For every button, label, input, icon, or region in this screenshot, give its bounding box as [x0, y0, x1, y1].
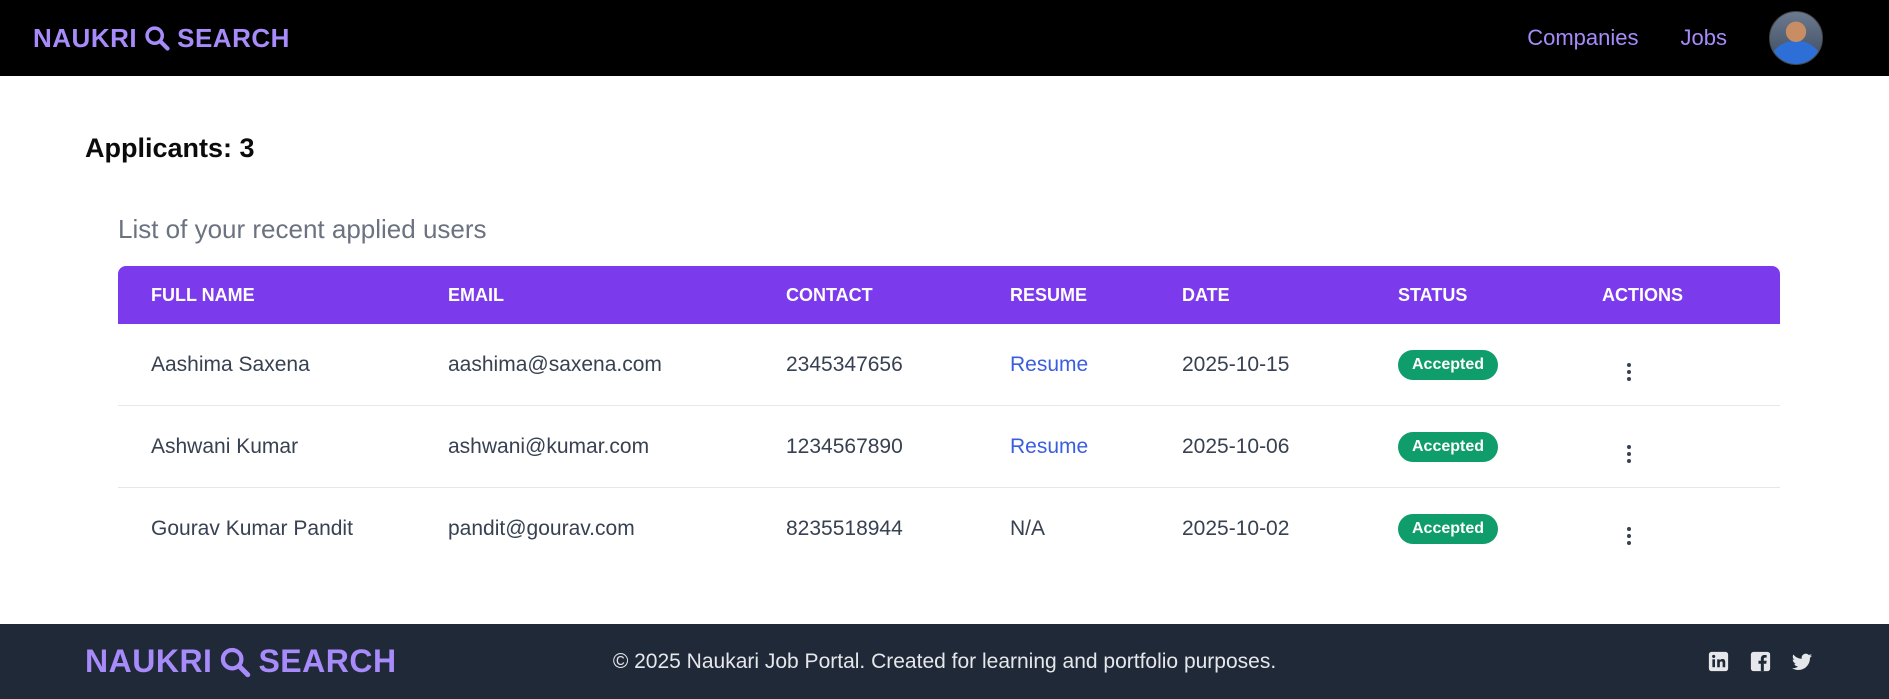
- status-badge: Accepted: [1398, 349, 1499, 380]
- column-header-actions: ACTIONS: [1602, 284, 1683, 305]
- cell-date: 2025-10-06: [1182, 434, 1290, 458]
- cell-email: aashima@saxena.com: [448, 352, 662, 376]
- cell-full-name: Gourav Kumar Pandit: [151, 517, 353, 540]
- logo-text-left: NAUKRI: [33, 22, 138, 53]
- cell-contact: 1234567890: [786, 434, 903, 458]
- cell-date: 2025-10-15: [1182, 352, 1290, 376]
- cell-contact: 8235518944: [786, 517, 903, 540]
- cell-date: 2025-10-02: [1182, 517, 1290, 540]
- footer-logo-text-left: NAUKRI: [85, 643, 213, 679]
- resume-link[interactable]: Resume: [1010, 435, 1088, 458]
- applicants-table: FULL NAME EMAIL CONTACT RESUME DATE STAT…: [118, 266, 1780, 570]
- column-header-date: DATE: [1182, 284, 1230, 305]
- cell-full-name: Ashwani Kumar: [151, 434, 299, 458]
- nav-jobs-link[interactable]: Jobs: [1681, 25, 1727, 51]
- search-icon: [143, 24, 171, 52]
- facebook-icon[interactable]: [1749, 651, 1771, 673]
- cell-contact: 2345347656: [786, 352, 903, 376]
- cell-email: ashwani@kumar.com: [448, 434, 650, 458]
- footer-brand-logo[interactable]: NAUKRI SEARCH: [85, 643, 397, 680]
- cell-full-name: Aashima Saxena: [151, 352, 310, 376]
- more-actions-icon[interactable]: [1627, 444, 1631, 463]
- column-header-contact: CONTACT: [786, 284, 873, 305]
- column-header-full-name: FULL NAME: [151, 284, 255, 305]
- more-actions-icon[interactable]: [1627, 362, 1631, 381]
- logo-text-right: SEARCH: [177, 22, 290, 53]
- column-header-resume: RESUME: [1010, 284, 1088, 305]
- cell-resume-na: N/A: [1010, 517, 1046, 540]
- applicants-count-title: Applicants: 3: [85, 133, 255, 163]
- nav-companies-link[interactable]: Companies: [1527, 25, 1638, 51]
- brand-logo[interactable]: NAUKRI SEARCH: [33, 23, 290, 54]
- status-badge: Accepted: [1398, 431, 1499, 462]
- column-header-status: STATUS: [1398, 284, 1468, 305]
- resume-link[interactable]: Resume: [1010, 353, 1088, 376]
- linkedin-icon[interactable]: [1707, 651, 1729, 673]
- search-icon: [218, 645, 252, 679]
- table-header-row: FULL NAME EMAIL CONTACT RESUME DATE STAT…: [118, 266, 1780, 324]
- top-navbar: NAUKRI SEARCH Companies Jobs: [0, 0, 1889, 76]
- cell-email: pandit@gourav.com: [448, 517, 635, 540]
- user-avatar[interactable]: [1769, 11, 1823, 65]
- footer-logo-text-right: SEARCH: [258, 643, 397, 679]
- column-header-email: EMAIL: [448, 284, 504, 305]
- table-row: Gourav Kumar Pandit pandit@gourav.com 82…: [118, 488, 1780, 570]
- table-row: Ashwani Kumar ashwani@kumar.com 12345678…: [118, 406, 1780, 488]
- status-badge: Accepted: [1398, 514, 1499, 544]
- twitter-icon[interactable]: [1791, 651, 1813, 673]
- more-actions-icon[interactable]: [1627, 527, 1631, 545]
- social-links: [1707, 651, 1813, 673]
- nav-links: Companies Jobs: [1527, 11, 1823, 65]
- table-caption: List of your recent applied users: [118, 214, 487, 244]
- page-footer: NAUKRI SEARCH © 2025 Naukari Job Portal.…: [0, 624, 1889, 699]
- table-row: Aashima Saxena aashima@saxena.com 234534…: [118, 324, 1780, 406]
